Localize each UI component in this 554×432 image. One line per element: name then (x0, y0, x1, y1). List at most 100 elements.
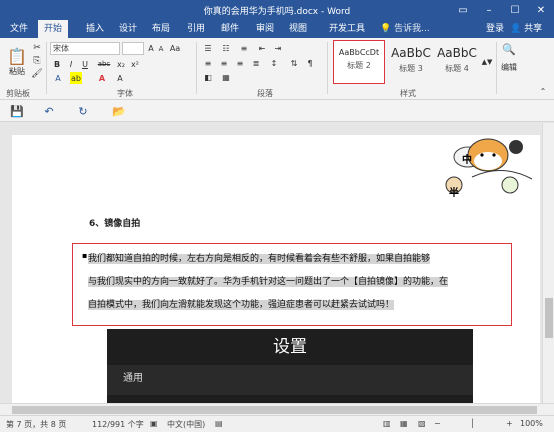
align-right-icon[interactable]: ≡ (234, 58, 246, 69)
tab-file[interactable]: 文件 (4, 20, 34, 38)
title-bar: 你真的会用华为手机吗.docx - Word ▭ – ☐ ✕ (0, 0, 554, 20)
close-icon[interactable]: ✕ (528, 0, 554, 20)
shading-icon[interactable]: ◧ (202, 72, 214, 83)
tab-references[interactable]: 引用 (181, 20, 211, 38)
body-paragraph[interactable]: 我们都知道自拍的时候，左右方向是相反的，有时候看着会有些不舒服，如果自拍能够 与… (88, 248, 467, 317)
group-divider (196, 42, 197, 94)
tab-developer[interactable]: 开发工具 (323, 20, 371, 38)
strikethrough-button[interactable]: abc (96, 58, 112, 70)
style-name: 标题 2 (347, 61, 371, 70)
read-mode-icon[interactable]: ▥ (383, 419, 391, 428)
style-name: 标题 3 (399, 64, 423, 73)
style-name: 标题 4 (445, 64, 469, 73)
page-count[interactable]: 第 7 页，共 8 页 (6, 419, 66, 430)
share-button[interactable]: 👤 共享 (510, 20, 542, 38)
tab-review[interactable]: 审阅 (250, 20, 280, 38)
phone-general-row: 通用 (107, 365, 473, 395)
tab-insert[interactable]: 插入 (80, 20, 110, 38)
group-divider (327, 42, 328, 94)
scroll-thumb[interactable] (545, 298, 553, 338)
tab-layout[interactable]: 布局 (146, 20, 176, 38)
character-shading-button[interactable]: A (114, 72, 126, 84)
find-icon[interactable]: 🔍 (502, 42, 516, 56)
word-count[interactable]: 112/991 个字 (92, 419, 144, 430)
zoom-out-icon[interactable]: − (434, 419, 441, 428)
tab-mailings[interactable]: 邮件 (215, 20, 245, 38)
paragraph-line: 自拍模式中，我们向左滑就能发现这个功能，强迫症患者可以赶紧去试试吗！ (88, 300, 395, 310)
align-center-icon[interactable]: ≡ (218, 58, 230, 69)
macro-icon[interactable]: ▤ (215, 419, 223, 428)
sticker-text-ban: 半 (449, 188, 459, 199)
subscript-icon[interactable]: x₂ (116, 58, 126, 70)
zoom-in-icon[interactable]: + (506, 419, 513, 428)
language-status[interactable]: 中文(中国) (167, 419, 205, 430)
open-folder-icon[interactable]: 📂 (112, 104, 126, 118)
change-case-button[interactable]: Aa (168, 42, 182, 55)
print-layout-icon[interactable]: ▦ (400, 419, 408, 428)
share-label: 共享 (524, 24, 543, 34)
sort-icon[interactable]: ⇅ (288, 58, 300, 69)
underline-button[interactable]: U (80, 58, 90, 70)
justify-icon[interactable]: ≣ (250, 58, 262, 69)
section-heading[interactable]: 6、镜像自拍 (89, 216, 140, 229)
collapse-ribbon-icon[interactable]: ⌃ (538, 86, 548, 96)
style-heading-3[interactable]: AaBbC 标题 3 (387, 42, 435, 82)
redo-icon[interactable]: ↻ (76, 104, 90, 118)
list-bullet: ▪ (82, 251, 88, 260)
font-family-select[interactable]: 宋体 (50, 42, 120, 55)
multilevel-list-icon[interactable]: ≡ (238, 43, 250, 54)
style-preview: AaBbC (437, 46, 477, 60)
decrease-indent-icon[interactable]: ⇤ (256, 43, 268, 54)
superscript-icon[interactable]: x² (130, 58, 140, 70)
ribbon-home: 📋 粘贴 ✂ ⎘ 🖌 剪贴板 宋体 A A Aa B I U abc x₂ x²… (0, 38, 554, 100)
style-preview: AaBbCcDt (338, 48, 380, 57)
italic-button[interactable]: I (66, 58, 76, 70)
web-layout-icon[interactable]: ▧ (418, 419, 426, 428)
bold-button[interactable]: B (52, 58, 62, 70)
format-painter-icon[interactable]: 🖌 (31, 69, 43, 79)
cut-icon[interactable]: ✂ (31, 43, 43, 53)
ribbon-options-icon[interactable]: ▭ (450, 0, 476, 20)
shrink-font-icon[interactable]: A (156, 42, 166, 55)
styles-scroll-icon[interactable]: ▲▼ (482, 42, 493, 82)
style-heading-4[interactable]: AaBbC 标题 4 (433, 42, 481, 82)
save-icon[interactable]: 💾 (10, 104, 24, 118)
tell-me-box[interactable]: 💡 告诉我... (380, 20, 430, 38)
grow-font-icon[interactable]: A (146, 42, 156, 55)
sticker-text-zhong: 中 (462, 155, 472, 166)
line-spacing-icon[interactable]: ↕ (268, 58, 280, 69)
zoom-level[interactable]: 100% (520, 419, 543, 428)
style-heading-2[interactable]: AaBbCcDt 标题 2 (335, 42, 383, 82)
undo-icon[interactable]: ↶ (42, 104, 56, 118)
tab-view[interactable]: 视图 (283, 20, 313, 38)
minimize-icon[interactable]: – (476, 0, 502, 20)
maximize-icon[interactable]: ☐ (502, 0, 528, 20)
paste-label[interactable]: 粘贴 (4, 66, 30, 76)
editing-group-label[interactable]: 编辑 (497, 62, 521, 72)
ribbon-tabs: 文件 开始 插入 设计 布局 引用 邮件 审阅 视图 开发工具 💡 告诉我...… (0, 20, 554, 38)
copy-icon[interactable]: ⎘ (31, 56, 43, 66)
clipboard-group-label: 剪贴板 (6, 89, 30, 98)
horizontal-scrollbar[interactable] (0, 403, 554, 415)
proofing-icon[interactable]: ▣ (150, 419, 158, 428)
zoom-slider[interactable]: │ (470, 419, 475, 428)
font-color-button[interactable]: A (96, 72, 108, 84)
highlight-color-icon[interactable]: ab (70, 72, 82, 84)
style-preview: AaBbC (391, 46, 431, 60)
styles-group-label: 样式 (400, 89, 416, 98)
show-marks-icon[interactable]: ¶ (304, 58, 316, 69)
numbering-icon[interactable]: ☷ (220, 43, 232, 54)
text-effects-icon[interactable]: A (52, 72, 64, 84)
align-left-icon[interactable]: ≡ (202, 58, 214, 69)
vertical-scrollbar[interactable] (542, 123, 554, 403)
borders-icon[interactable]: ▦ (220, 72, 232, 83)
font-size-select[interactable] (122, 42, 144, 55)
sign-in-link[interactable]: 登录 (486, 20, 504, 38)
scroll-thumb[interactable] (12, 406, 537, 414)
tab-design[interactable]: 设计 (113, 20, 143, 38)
document-page[interactable]: 中 半 6、镜像自拍 ▪ 我们都知道自拍的时候，左右方向是相反的，有时候看着会有… (12, 135, 540, 403)
tell-me-text: 告诉我... (394, 24, 430, 34)
increase-indent-icon[interactable]: ⇥ (272, 43, 284, 54)
tab-home[interactable]: 开始 (38, 20, 69, 38)
bullets-icon[interactable]: ☰ (202, 43, 214, 54)
